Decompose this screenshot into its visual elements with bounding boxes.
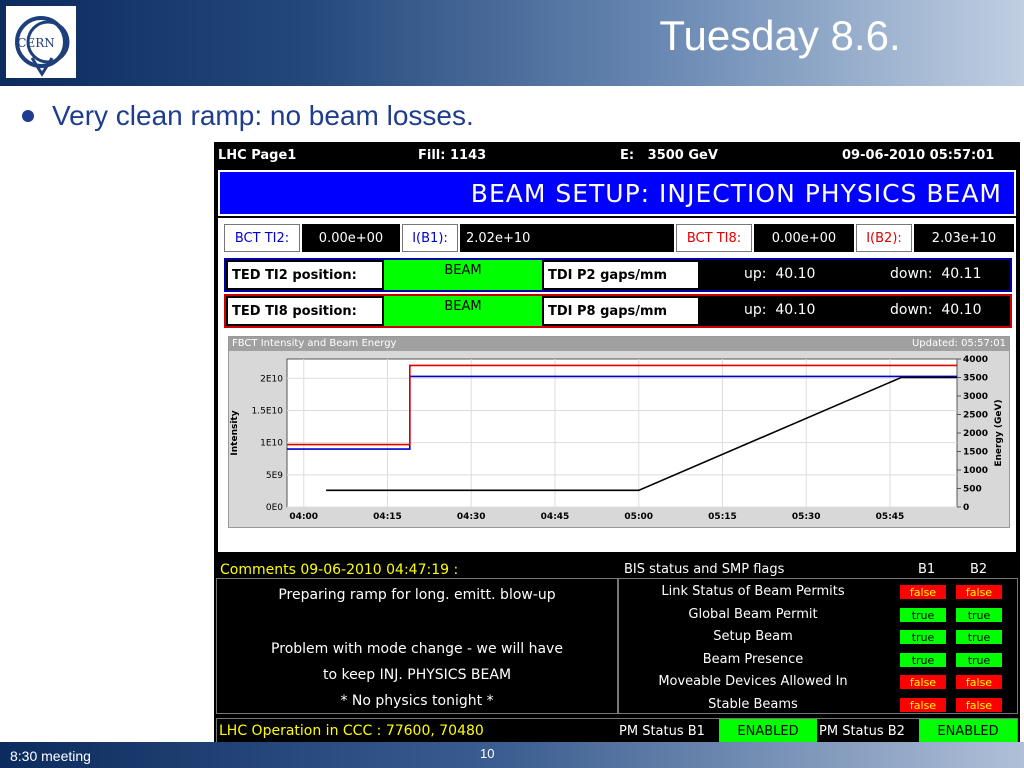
pm-status-b1-label: PM Status B1 [619,724,705,739]
x-tick-label: 04:00 [289,512,318,522]
y-axis-label: Intensity [230,410,240,455]
bct-ti8-label: BCT TI8: [676,224,752,252]
bis-flag-b2: false [956,675,1002,689]
y2-tick-label: 3000 [963,392,988,402]
chart-titlebar: FBCT Intensity and Beam Energy Updated: … [229,337,1009,351]
tdi-p2-label: TDI P2 gaps/mm [544,262,698,288]
y2-tick-label: 0 [963,503,969,513]
bis-flag-b2: false [956,585,1002,599]
chart-title: FBCT Intensity and Beam Energy [232,338,397,349]
x-tick-label: 05:00 [624,512,653,522]
ib1-value: 2.02e+10 [460,224,674,252]
ccc-operation-text: LHC Operation in CCC : 77600, 70480 [219,723,484,739]
y-tick-label: 1.5E10 [252,406,284,416]
bct-ti8-value: 0.00e+00 [754,224,854,252]
fbct-chart: 04:00 04:15 04:30 04:45 05:00 05:15 05:30 05:45… [230,355,1004,522]
tdi-p2-up: up: 40.10 [744,266,816,282]
comments-label: Comments 09-06-2010 04:47:19 : [220,562,459,578]
slide-title: Tuesday 8.6. [659,12,901,59]
y2-tick-label: 500 [963,485,982,495]
ted-ti2-state: BEAM [384,260,542,290]
bullet-dot-icon [22,110,34,122]
bis-flag-b2: true [956,608,1002,622]
slide-footer: 8:30 meeting 10 [0,742,1024,768]
tdi-p8-up: up: 40.10 [744,302,816,318]
tdi-p8-label: TDI P8 gaps/mm [544,298,698,324]
ib2-label: I(B2): [856,224,912,252]
comments-box: Preparing ramp for long. emitt. blow-up … [216,578,618,714]
ted-ti8-row: TED TI8 position: BEAM TDI P8 gaps/mm up… [224,294,1012,328]
pm-status-b2-label: PM Status B2 [819,724,905,739]
ib1-label: I(B1): [402,224,458,252]
y-tick-label: 0E0 [266,503,283,513]
y2-tick-label: 2000 [963,429,988,439]
y-tick-label: 2E10 [260,374,283,384]
bis-row-label: Link Status of Beam Permits [661,584,845,599]
bis-row-label: Global Beam Permit [688,607,818,622]
header-datetime: 09-06-2010 05:57:01 [842,148,995,163]
bis-row-label: Beam Presence [702,652,804,667]
mode-banner: BEAM SETUP: INJECTION PHYSICS BEAM [218,170,1016,216]
x-tick-label: 05:45 [876,512,905,522]
bis-title: BIS status and SMP flags [624,562,785,577]
cern-logo: CERN [6,6,76,78]
footer-meeting: 8:30 meeting [10,748,91,764]
bullet-text: Very clean ramp: no beam losses. [52,100,474,131]
y2-tick-label: 1000 [963,466,988,476]
comment-line-3: Problem with mode change - we will have [271,641,563,657]
page-number: 10 [480,746,495,761]
bis-flag-b2: true [956,630,1002,644]
bullet-item: Very clean ramp: no beam losses. [22,100,474,132]
x-tick-label: 04:45 [541,512,570,522]
y-tick-label: 1E10 [260,439,283,449]
ted-ti2-row: TED TI2 position: BEAM TDI P2 gaps/mm up… [224,258,1012,292]
bis-b2-header: B2 [970,562,988,577]
y-tick-label: 5E9 [266,471,283,481]
bis-flag-b1: false [900,585,946,599]
comment-line-5: * No physics tonight * [340,693,494,709]
lhc-page1-screen: LHC Page1 Fill: 1143 E: 3500 GeV 09-06-2… [214,142,1020,746]
fbct-chart-panel: FBCT Intensity and Beam Energy Updated: … [228,336,1010,528]
x-tick-label: 05:15 [708,512,737,522]
ib2-value: 2.03e+10 [914,224,1014,252]
y2-tick-label: 2500 [963,411,988,421]
tdi-p8-down: down: 40.10 [890,302,982,318]
bottom-bar: LHC Operation in CCC : 77600, 70480 PM S… [216,718,1018,744]
bis-flag-b1: true [900,653,946,667]
bis-flag-b2: false [956,698,1002,712]
x-tick-label: 04:15 [373,512,402,522]
bct-ti2-value: 0.00e+00 [302,224,400,252]
svg-text:CERN: CERN [17,36,54,50]
y2-axis-label: Energy (GeV) [994,399,1004,466]
y2-tick-label: 3500 [963,374,988,384]
ted-ti8-state: BEAM [384,296,542,326]
bis-flag-b1: true [900,608,946,622]
bis-flag-b1: false [900,698,946,712]
bis-flag-b1: true [900,630,946,644]
bct-ti2-label: BCT TI2: [224,224,300,252]
y2-tick-label: 4000 [963,355,988,365]
bis-b1-header: B1 [918,562,936,577]
bis-row-label: Setup Beam [713,629,793,644]
slide-header: CERN Tuesday 8.6. [0,0,1024,86]
pm-status-b2-value: ENABLED [919,719,1017,743]
fill-number: Fill: 1143 [418,148,487,163]
bis-flag-b1: false [900,675,946,689]
page-name: LHC Page1 [218,148,297,163]
pm-status-b1-value: ENABLED [719,719,817,743]
beam-energy: E: 3500 GeV [620,148,718,163]
ted-ti8-label: TED TI8 position: [228,298,382,324]
bis-row-label: Moveable Devices Allowed In [658,674,848,689]
ted-ti2-label: TED TI2 position: [228,262,382,288]
comment-line-4: to keep INJ. PHYSICS BEAM [322,667,512,683]
chart-updated: Updated: 05:57:01 [911,338,1006,349]
bis-row-label: Stable Beams [708,697,798,712]
bis-flag-b2: true [956,653,1002,667]
x-tick-label: 05:30 [792,512,821,522]
y2-tick-label: 1500 [963,448,988,458]
comment-line-1: Preparing ramp for long. emitt. blow-up [278,587,556,603]
x-tick-label: 04:30 [457,512,486,522]
tdi-p2-down: down: 40.11 [890,266,982,282]
